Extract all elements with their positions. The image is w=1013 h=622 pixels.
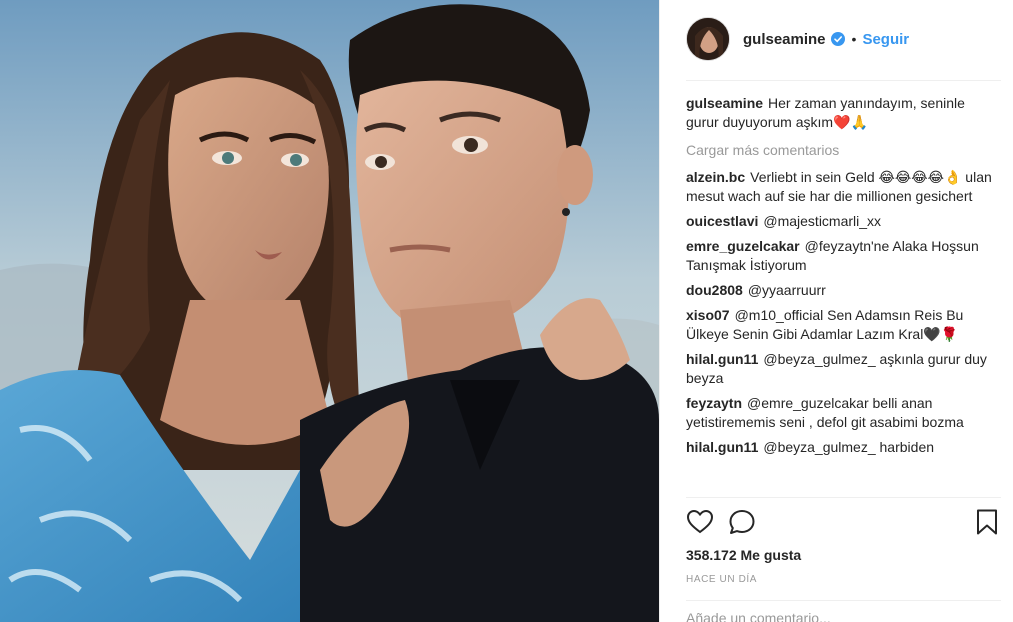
divider (686, 497, 1001, 498)
comment-text: @majesticmarli_xx (763, 213, 882, 229)
avatar-image (687, 18, 729, 60)
likes-count[interactable]: 358.172 Me gusta (686, 547, 801, 563)
comment-username[interactable]: xiso07 (686, 307, 730, 323)
caption-username[interactable]: gulseamine (686, 95, 763, 111)
bookmark-icon[interactable] (973, 508, 1001, 536)
avatar[interactable] (686, 17, 730, 61)
post-username[interactable]: gulseamine (743, 31, 826, 48)
verified-badge-icon (830, 32, 845, 46)
comment-username[interactable]: hilal.gun11 (686, 439, 758, 455)
comment-username[interactable]: emre_guzelcakar (686, 238, 800, 254)
add-comment-input[interactable]: Añade un comentario... (686, 610, 831, 622)
post-photo-illustration (0, 0, 659, 622)
comment-item: hilal.gun11 @beyza_gulmez_ aşkınla gurur … (686, 350, 997, 388)
post-details-panel: gulseamine • Seguir gulseamine Her zaman … (659, 0, 1013, 622)
post-header: gulseamine • Seguir (686, 14, 1001, 64)
divider (686, 600, 1001, 601)
divider (686, 80, 1001, 81)
post-photo[interactable] (0, 0, 659, 622)
comment-text: @beyza_gulmez_ harbiden (763, 439, 935, 455)
comment-item: ouicestlavi @majesticmarli_xx (686, 212, 997, 231)
comment-username[interactable]: hilal.gun11 (686, 351, 758, 367)
comment-text: @yyaarruurr (747, 282, 826, 298)
follow-button[interactable]: Seguir (862, 31, 909, 48)
post-timestamp[interactable]: HACE UN DÍA (686, 574, 757, 585)
comment-username[interactable]: feyzaytn (686, 395, 742, 411)
comment-item: alzein.bc Verliebt in sein Geld 😂😂😂😂👌 ula… (686, 168, 997, 206)
separator-dot: • (851, 31, 857, 47)
heart-icon[interactable] (686, 508, 714, 536)
post-actions-bar (686, 508, 1001, 538)
comment-item: xiso07 @m10_official Sen Adamsın Reis Bu … (686, 306, 997, 344)
caption: gulseamine Her zaman yanındayım, seninle … (686, 94, 997, 132)
comment-username[interactable]: ouicestlavi (686, 213, 758, 229)
comment-item: feyzaytn @emre_guzelcakar belli anan yeti… (686, 394, 997, 432)
comments-list[interactable]: gulseamine Her zaman yanındayım, seninle … (686, 94, 997, 498)
comment-item: emre_guzelcakar @feyzaytn'ne Alaka Hoşsun… (686, 237, 997, 275)
comment-item: hilal.gun11 @beyza_gulmez_ harbiden (686, 438, 997, 457)
comment-item: dou2808 @yyaarruurr (686, 281, 997, 300)
comment-username[interactable]: dou2808 (686, 282, 743, 298)
comment-username[interactable]: alzein.bc (686, 169, 745, 185)
load-more-comments-button[interactable]: Cargar más comentarios (686, 142, 997, 158)
comment-bubble-icon[interactable] (728, 508, 756, 536)
